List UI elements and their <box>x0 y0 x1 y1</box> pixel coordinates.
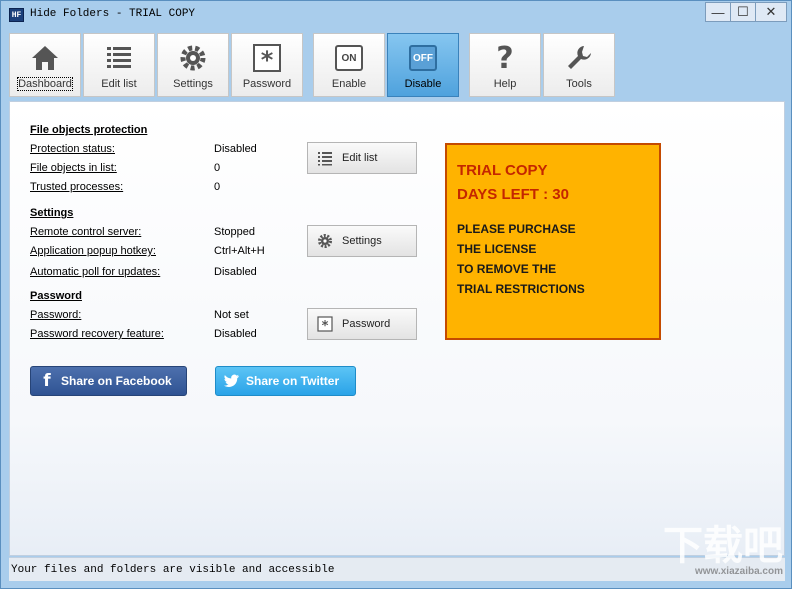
file-objects-value: 0 <box>214 162 221 174</box>
close-button[interactable]: ✕ <box>755 2 787 22</box>
window-title: Hide Folders - TRIAL COPY <box>30 8 196 20</box>
trial-title: TRIAL COPY <box>457 162 548 179</box>
wrench-icon <box>563 42 595 74</box>
trial-message: PLEASE PURCHASE THE LICENSE TO REMOVE TH… <box>457 219 649 299</box>
trusted-processes-value: 0 <box>214 181 221 193</box>
on-icon: ON <box>333 42 365 74</box>
settings-button-label: Settings <box>342 235 382 247</box>
protection-status-label[interactable]: Protection status: <box>30 143 115 155</box>
trial-notice: TRIAL COPY DAYS LEFT : 30 PLEASE PURCHAS… <box>445 143 661 340</box>
toolbar-button-enable[interactable]: ON Enable <box>313 33 385 97</box>
question-icon: ? <box>496 40 514 76</box>
title-bar[interactable]: HF Hide Folders - TRIAL COPY — ☐ ✕ <box>1 1 791 29</box>
app-window: HF Hide Folders - TRIAL COPY — ☐ ✕ Dashb… <box>0 0 792 589</box>
list-icon <box>103 42 135 74</box>
password-recovery-label[interactable]: Password recovery feature: <box>30 328 164 340</box>
popup-hotkey-label[interactable]: Application popup hotkey: <box>30 245 156 257</box>
minimize-button[interactable]: — <box>705 2 731 22</box>
edit-list-button[interactable]: Edit list <box>307 142 417 174</box>
svg-text:*: * <box>322 319 329 332</box>
share-facebook-button[interactable]: f Share on Facebook <box>30 366 187 396</box>
toolbar-button-settings[interactable]: Settings <box>157 33 229 97</box>
list-icon <box>316 149 334 167</box>
section-title-settings: Settings <box>30 207 74 219</box>
status-text: Your files and folders are visible and a… <box>11 564 335 576</box>
toolbar-button-disable[interactable]: OFF Disable <box>387 33 459 97</box>
watermark-logo: 下载吧 www.xiazaiba.com <box>643 526 783 582</box>
gear-icon <box>177 42 209 74</box>
toolbar-button-dashboard[interactable]: Dashboard <box>9 33 81 97</box>
toolbar-label: Tools <box>566 78 592 90</box>
toolbar-label: Help <box>493 78 517 90</box>
toolbar-label: Password <box>242 78 292 90</box>
section-title-password: Password <box>30 290 82 302</box>
svg-text:*: * <box>261 46 274 73</box>
dashboard-panel: File objects protection Protection statu… <box>9 101 785 556</box>
file-objects-label[interactable]: File objects in list: <box>30 162 117 174</box>
watermark-text: 下载吧 <box>663 524 783 568</box>
protection-status-value: Disabled <box>214 143 257 155</box>
password-button-label: Password <box>342 318 391 330</box>
trial-message-line: TRIAL RESTRICTIONS <box>457 282 585 296</box>
toolbar-button-tools[interactable]: Tools <box>543 33 615 97</box>
facebook-icon: f <box>43 371 51 391</box>
section-title-protection: File objects protection <box>30 124 148 136</box>
toolbar-label: Dashboard <box>17 77 73 91</box>
auto-poll-value: Disabled <box>214 266 257 278</box>
asterisk-icon: * <box>316 315 334 333</box>
remote-control-value: Stopped <box>214 226 255 238</box>
off-icon: OFF <box>407 42 439 74</box>
trial-days-left: DAYS LEFT : 30 <box>457 186 569 203</box>
toolbar-button-edit-list[interactable]: Edit list <box>83 33 155 97</box>
password-value: Not set <box>214 309 249 321</box>
share-twitter-button[interactable]: Share on Twitter <box>215 366 356 396</box>
popup-hotkey-value: Ctrl+Alt+H <box>214 245 265 257</box>
remote-control-label[interactable]: Remote control server: <box>30 226 141 238</box>
toolbar-label: Settings <box>173 78 213 90</box>
trial-message-line: THE LICENSE <box>457 242 537 256</box>
settings-button[interactable]: Settings <box>307 225 417 257</box>
trial-message-line: PLEASE PURCHASE <box>457 222 576 236</box>
trial-message-line: TO REMOVE THE <box>457 262 557 276</box>
maximize-button[interactable]: ☐ <box>730 2 756 22</box>
toolbar-label: Enable <box>331 78 367 90</box>
password-label[interactable]: Password: <box>30 309 81 321</box>
twitter-bird-icon <box>224 372 240 390</box>
share-facebook-label: Share on Facebook <box>61 374 172 388</box>
toolbar-button-help[interactable]: ? Help <box>469 33 541 97</box>
app-icon: HF <box>9 8 24 22</box>
password-recovery-value: Disabled <box>214 328 257 340</box>
home-icon <box>29 42 61 74</box>
trusted-processes-label[interactable]: Trusted processes: <box>30 181 123 193</box>
toolbar: Dashboard Edit list Settings * Password … <box>9 33 785 101</box>
toolbar-label: Edit list <box>101 78 137 90</box>
auto-poll-label[interactable]: Automatic poll for updates: <box>30 266 160 278</box>
password-button[interactable]: * Password <box>307 308 417 340</box>
share-twitter-label: Share on Twitter <box>246 374 340 388</box>
window-controls: — ☐ ✕ <box>705 2 787 22</box>
toolbar-label: Disable <box>404 78 442 90</box>
gear-icon <box>316 232 334 250</box>
edit-list-button-label: Edit list <box>342 152 378 164</box>
toolbar-button-password[interactable]: * Password <box>231 33 303 97</box>
asterisk-icon: * <box>251 42 283 74</box>
